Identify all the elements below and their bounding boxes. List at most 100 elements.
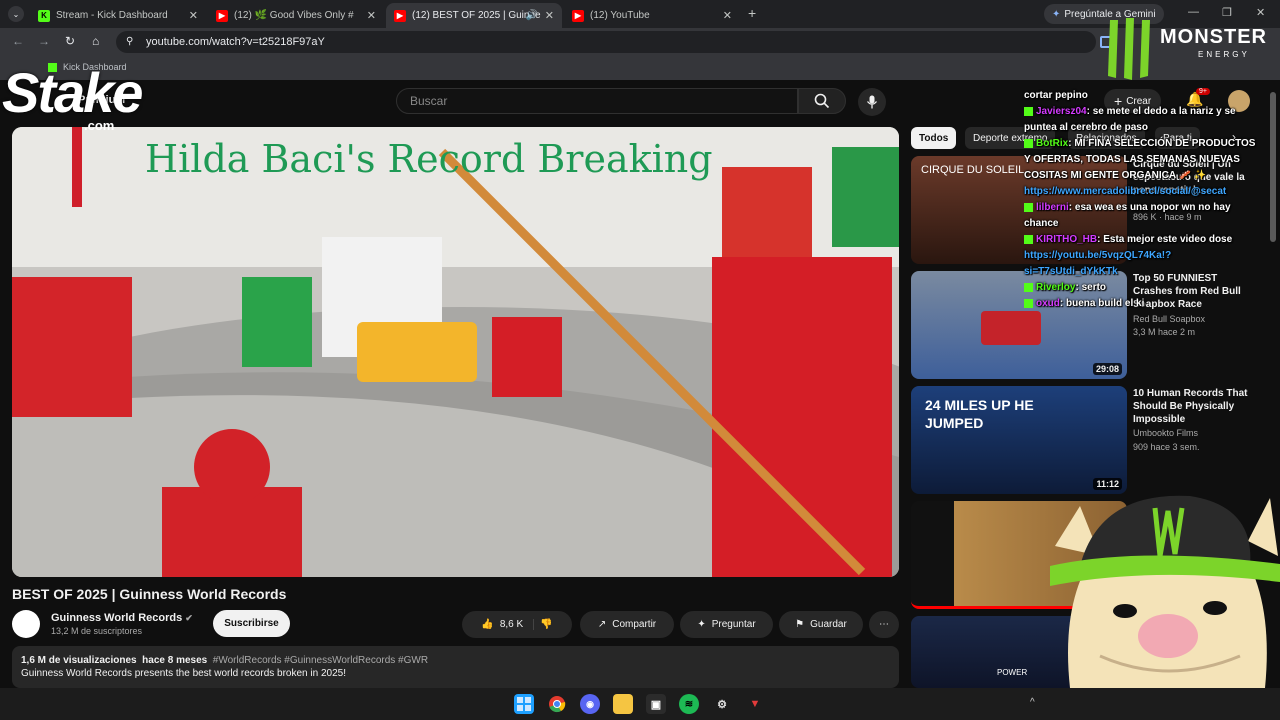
- kick-badge-icon: [1024, 234, 1033, 244]
- search-button[interactable]: [798, 88, 846, 114]
- rec-meta-2: 3,3 M hace 2 m: [1133, 327, 1196, 337]
- chat-message: https://youtu.be/5vqzQL74Ka!?si=T7sUtdi_…: [1024, 248, 1260, 280]
- close-icon[interactable]: ✕: [367, 9, 376, 22]
- subscribe-button[interactable]: Suscribirse: [213, 610, 290, 637]
- channel-avatar[interactable]: [12, 610, 40, 638]
- new-tab-button[interactable]: +: [748, 5, 756, 21]
- microphone-icon: [866, 95, 878, 109]
- thumbs-down-icon: 👎: [540, 619, 553, 630]
- tab-title: (12) YouTube: [590, 10, 650, 21]
- save-label: Guardar: [810, 619, 847, 630]
- chat-text: : buena build el ki: [1059, 298, 1145, 309]
- subscribe-label: Suscribirse: [224, 618, 279, 629]
- chip-todos[interactable]: Todos: [911, 127, 957, 149]
- stake-logo-text: Stake: [2, 61, 143, 124]
- kick-badge-icon: [1024, 282, 1033, 292]
- stake-logo-sub: .com: [84, 118, 115, 133]
- chevron-up-icon[interactable]: ^: [1030, 697, 1035, 708]
- like-button[interactable]: 👍 8,6 K: [481, 619, 535, 630]
- monster-energy-logo: MONSTER ENERGY: [1104, 16, 1276, 84]
- rec-thumb-3[interactable]: 24 MILES UP HE JUMPED 11:12: [911, 386, 1127, 494]
- ask-button[interactable]: ✦ Preguntar: [680, 611, 773, 638]
- media-app-icon[interactable]: ▣: [646, 694, 666, 714]
- chat-message: https://www.mercadolibre.cl/social/@seca…: [1024, 184, 1260, 200]
- save-button[interactable]: ⚑ Guardar: [779, 611, 863, 638]
- spotify-icon[interactable]: ≋: [679, 694, 699, 714]
- gemini-icon: ✦: [1052, 8, 1061, 20]
- more-actions-button[interactable]: ⋯: [869, 611, 899, 638]
- channel-name-text: Guinness World Records: [51, 612, 183, 624]
- tab-title: (12) 🌿 Good Vibes Only #: [234, 10, 354, 21]
- bookmark-icon: ⚑: [795, 619, 805, 630]
- chevron-down-icon: ⌄: [12, 9, 20, 19]
- tab-good-vibes[interactable]: ▶ (12) 🌿 Good Vibes Only # ✕: [208, 3, 384, 28]
- rec-thumb-text: CIRQUE DU SOLEIL: [921, 164, 1025, 176]
- youtube-icon: ▶: [394, 9, 406, 22]
- chat-message: BotRix: MI FINA SELECCIÓN DE PRODUCTOS Y…: [1024, 136, 1260, 184]
- verified-icon: ✔: [185, 613, 193, 623]
- scrollbar[interactable]: [1270, 92, 1276, 242]
- like-count: 8,6 K: [499, 619, 524, 630]
- kick-badge-icon: [1024, 106, 1033, 116]
- red-app-icon[interactable]: ▼: [745, 694, 765, 714]
- url-text: youtube.com/watch?v=t25218F97aY: [146, 36, 325, 48]
- dislike-button[interactable]: 👎: [540, 619, 552, 630]
- like-dislike-group: 👍 8,6 K 👎: [462, 611, 572, 638]
- home-icon[interactable]: ⌂: [92, 34, 99, 48]
- forward-arrow-icon[interactable]: →: [38, 34, 50, 48]
- video-player[interactable]: Hilda Baci's Record Breaking: [12, 127, 899, 577]
- chat-username: Riverloy: [1036, 282, 1076, 293]
- video-overlay-text: Hilda Baci's Record Breaking: [145, 137, 713, 181]
- chat-link: https://www.mercadolibre.cl/social/@seca…: [1024, 186, 1227, 197]
- channel-name[interactable]: Guinness World Records ✔: [51, 612, 193, 624]
- description-box[interactable]: 1,6 M de visualizaciones hace 8 meses #W…: [12, 646, 899, 688]
- subscriber-count: 13,2 M de suscriptores: [51, 626, 143, 636]
- close-icon[interactable]: ✕: [545, 9, 554, 22]
- chat-username: oxud: [1036, 298, 1060, 309]
- chat-overlay: cortar pepino Javiersz04: se mete el ded…: [1024, 88, 1260, 312]
- search-icon: [814, 93, 830, 109]
- view-count: 1,6 M de visualizaciones: [21, 655, 137, 666]
- chrome-icon[interactable]: [547, 694, 567, 714]
- chat-message: oxud: buena build el ki: [1024, 296, 1260, 312]
- site-info-icon[interactable]: ⚲: [126, 31, 133, 53]
- hashtags[interactable]: #WorldRecords #GuinnessWorldRecords #GWR: [213, 655, 428, 666]
- duration-badge: 29:08: [1092, 363, 1122, 375]
- address-bar: ← → ↻ ⌂ ⚲ youtube.com/watch?v=t25218F97a…: [0, 28, 1280, 56]
- file-explorer-icon[interactable]: [613, 694, 633, 714]
- rec-thumb-text: 24 MILES UP HE JUMPED: [925, 397, 1034, 431]
- chat-message: Javiersz04: se mete el dedo a la nariz y…: [1024, 104, 1260, 136]
- steam-icon[interactable]: ⚙: [712, 694, 732, 714]
- speaker-icon[interactable]: 🔊: [526, 10, 538, 21]
- share-button[interactable]: ↗ Compartir: [580, 611, 674, 638]
- reload-icon[interactable]: ↻: [65, 34, 75, 48]
- description-meta: 1,6 M de visualizaciones hace 8 meses #W…: [21, 654, 890, 667]
- back-arrow-icon[interactable]: ←: [12, 34, 24, 48]
- search-placeholder: Buscar: [410, 94, 448, 108]
- url-field[interactable]: ⚲ youtube.com/watch?v=t25218F97aY: [116, 31, 1096, 53]
- upload-age: hace 8 meses: [142, 655, 208, 666]
- bookmark-bar: Kick Dashboard: [0, 56, 1280, 80]
- share-label: Compartir: [612, 619, 657, 630]
- rec-title-3[interactable]: 10 Human Records That Should Be Physical…: [1133, 387, 1258, 426]
- close-icon[interactable]: ✕: [189, 9, 198, 22]
- cat-mascot-avatar: [1050, 495, 1280, 688]
- search-input[interactable]: Buscar: [396, 88, 798, 114]
- tab-title: (12) BEST OF 2025 | Guinne: [412, 10, 541, 21]
- rec-channel-3[interactable]: Umbookto Films: [1133, 428, 1198, 438]
- chat-username: KIRITHO_HB: [1036, 234, 1098, 245]
- tab-best-of-2025[interactable]: ▶ (12) BEST OF 2025 | Guinne 🔊 ✕: [386, 3, 562, 28]
- chat-link: https://youtu.be/5vqzQL74Ka!?si=T7sUtdi_…: [1024, 250, 1172, 277]
- discord-icon[interactable]: ◉: [580, 694, 600, 714]
- voice-search-button[interactable]: [858, 88, 886, 116]
- chat-message: lilberni: esa wea es una nopor wn no hay…: [1024, 200, 1260, 232]
- rec-channel-2[interactable]: Red Bull Soapbox: [1133, 314, 1205, 324]
- soapbox-car: [981, 311, 1041, 345]
- tab-search-button[interactable]: ⌄: [8, 6, 24, 22]
- windows-start-icon[interactable]: [514, 694, 534, 714]
- tab-kick-dashboard[interactable]: K Stream - Kick Dashboard ✕: [30, 3, 206, 28]
- tab-youtube[interactable]: ▶ (12) YouTube ✕: [564, 3, 740, 28]
- chip-label: Todos: [919, 132, 949, 144]
- close-icon[interactable]: ✕: [723, 9, 732, 22]
- video-title: BEST OF 2025 | Guinness World Records: [12, 586, 287, 602]
